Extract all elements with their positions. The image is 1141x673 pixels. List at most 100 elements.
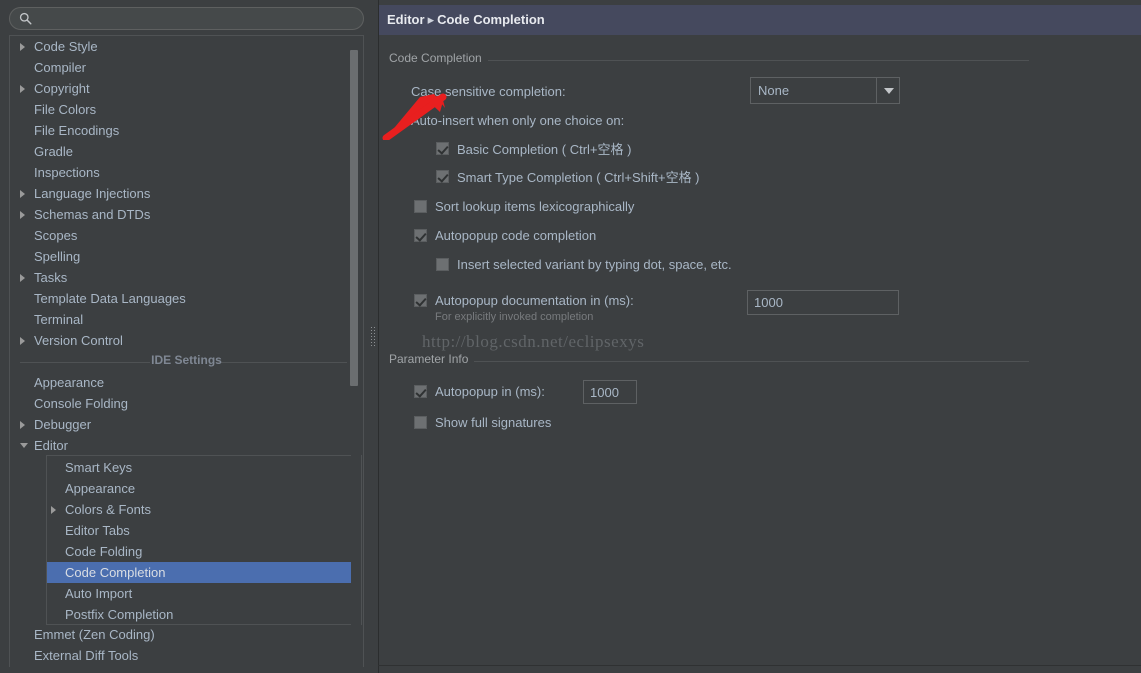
case-sensitive-completion-label: Case sensitive completion: [411, 84, 566, 99]
checkbox-basic-completion[interactable]: Basic Completion ( Ctrl+空格 ) [436, 139, 631, 157]
checkbox-autopopup-documentation-box[interactable] [414, 293, 427, 307]
checkbox-autopopup-code-completion-label: Autopopup code completion [435, 227, 597, 243]
tree-item-label: Code Folding [65, 544, 143, 559]
tree-item-gradle[interactable]: Gradle [10, 141, 363, 162]
chevron-down-icon[interactable] [20, 443, 28, 448]
checkbox-autopopup-code-completion-box[interactable] [414, 228, 427, 242]
tree-item-tasks[interactable]: Tasks [10, 267, 363, 288]
tree-item-label: Gradle [34, 144, 74, 159]
checkbox-show-full-signatures-box[interactable] [414, 415, 427, 429]
tree-item-label: Auto Import [65, 586, 133, 601]
search-field-wrapper [9, 7, 364, 30]
tree-item-language-injections[interactable]: Language Injections [10, 183, 363, 204]
breadcrumb-leaf: Code Completion [437, 12, 545, 27]
checkbox-basic-completion-box[interactable] [436, 141, 449, 155]
tree-item-editor[interactable]: Editor [10, 435, 363, 456]
tree-item-schemas-and-dtds[interactable]: Schemas and DTDs [10, 204, 363, 225]
checkbox-parameter-autopopup[interactable]: Autopopup in (ms): [414, 382, 545, 400]
tree-item-code-folding[interactable]: Code Folding [47, 541, 361, 562]
autopopup-documentation-delay-input[interactable] [747, 290, 899, 315]
chevron-right-icon[interactable] [20, 337, 25, 345]
breadcrumb: Editor ▸ Code Completion [379, 5, 1141, 35]
checkbox-insert-selected-variant-box[interactable] [436, 257, 449, 271]
chevron-right-icon[interactable] [20, 274, 25, 282]
checkbox-parameter-autopopup-label: Autopopup in (ms): [435, 383, 545, 399]
sidebar-scrollbar-thumb[interactable] [350, 50, 358, 386]
tree-item-postfix-completion[interactable]: Postfix Completion [47, 604, 361, 625]
checkbox-smart-type-completion-box[interactable] [436, 169, 449, 183]
checkbox-smart-type-completion[interactable]: Smart Type Completion ( Ctrl+Shift+空格 ) [436, 167, 700, 185]
tree-item-label: Terminal [34, 312, 84, 327]
tree-item-label: File Encodings [34, 123, 120, 138]
editor-subtree: Smart Keys Appearance Colors & Fonts Editor… [46, 455, 362, 625]
checkbox-insert-selected-variant[interactable]: Insert selected variant by typing dot, s… [436, 255, 732, 273]
tree-item-editor-tabs[interactable]: Editor Tabs [47, 520, 361, 541]
tree-item-template-data-languages[interactable]: Template Data Languages [10, 288, 363, 309]
tree-item-file-encodings[interactable]: File Encodings [10, 120, 363, 141]
auto-insert-label: Auto-insert when only one choice on: [411, 113, 625, 128]
breadcrumb-root[interactable]: Editor [387, 12, 425, 27]
chevron-right-icon[interactable] [20, 43, 25, 51]
tree-item-compiler[interactable]: Compiler [10, 57, 363, 78]
autopopup-documentation-hint: For explicitly invoked completion [435, 311, 594, 323]
checkbox-basic-completion-label: Basic Completion ( Ctrl+空格 ) [457, 141, 632, 157]
checkbox-autopopup-documentation[interactable]: Autopopup documentation in (ms): [414, 291, 634, 309]
checkbox-show-full-signatures[interactable]: Show full signatures [414, 413, 551, 431]
tree-item-appearance[interactable]: Appearance [10, 372, 363, 393]
tree-item-appearance[interactable]: Appearance [47, 478, 361, 499]
tree-item-label: Tasks [34, 270, 68, 285]
tree-item-label: Emmet (Zen Coding) [34, 627, 155, 642]
tree-item-label: Scopes [34, 228, 78, 243]
tree-item-version-control[interactable]: Version Control [10, 330, 363, 351]
tree-item-scopes[interactable]: Scopes [10, 225, 363, 246]
tree-item-code-style[interactable]: Code Style [10, 36, 363, 57]
settings-tree[interactable]: Code Style Compiler Copyright File Colors Fi… [9, 35, 364, 667]
chevron-right-icon[interactable] [51, 506, 56, 514]
chevron-right-icon[interactable] [20, 85, 25, 93]
checkbox-parameter-autopopup-box[interactable] [414, 384, 427, 398]
tree-item-spelling[interactable]: Spelling [10, 246, 363, 267]
tree-item-label: Appearance [65, 481, 136, 496]
checkbox-sort-lookup-items-box[interactable] [414, 199, 427, 213]
tree-item-label: Compiler [34, 60, 87, 75]
ide-settings-label: IDE Settings [151, 353, 222, 367]
case-sensitive-completion-dropdown[interactable]: None [750, 77, 900, 104]
tree-item-colors-fonts[interactable]: Colors & Fonts [47, 499, 361, 520]
chevron-right-icon[interactable] [20, 211, 25, 219]
checkbox-sort-lookup-items[interactable]: Sort lookup items lexicographically [414, 197, 634, 215]
tree-item-external-diff-tools[interactable]: External Diff Tools [10, 645, 363, 666]
checkbox-autopopup-code-completion[interactable]: Autopopup code completion [414, 226, 596, 244]
tree-item-label: Spelling [34, 249, 81, 264]
group-parameter-info-separator: Parameter Info [389, 352, 1029, 368]
tree-item-label: Console Folding [34, 396, 128, 411]
sidebar-scrollbar-track[interactable] [350, 37, 361, 667]
tree-item-auto-import[interactable]: Auto Import [47, 583, 361, 604]
parameter-autopopup-delay-input[interactable] [583, 380, 637, 404]
ide-settings-divider: IDE Settings [10, 351, 363, 372]
chevron-right-icon[interactable] [20, 421, 25, 429]
tree-item-label: Code Completion [65, 565, 166, 580]
tree-item-emmet-zen-coding[interactable]: Emmet (Zen Coding) [10, 624, 363, 645]
tree-item-label: Appearance [34, 375, 105, 390]
case-sensitive-completion-value: None [758, 83, 790, 98]
tree-item-terminal[interactable]: Terminal [10, 309, 363, 330]
search-input[interactable] [9, 7, 364, 30]
tree-item-inspections[interactable]: Inspections [10, 162, 363, 183]
tree-item-label: Inspections [34, 165, 100, 180]
tree-item-label: Editor Tabs [65, 523, 130, 538]
tree-item-code-completion[interactable]: Code Completion [47, 562, 361, 583]
group-line [389, 361, 1029, 362]
chevron-down-icon[interactable] [876, 78, 899, 103]
tree-item-label: Language Injections [34, 186, 151, 201]
group-code-completion-separator: Code Completion [389, 51, 1029, 67]
tree-item-console-folding[interactable]: Console Folding [10, 393, 363, 414]
tree-item-copyright[interactable]: Copyright [10, 78, 363, 99]
tree-item-file-colors[interactable]: File Colors [10, 99, 363, 120]
chevron-right-icon[interactable] [20, 190, 25, 198]
tree-item-label: Colors & Fonts [65, 502, 151, 517]
group-parameter-info-label: Parameter Info [389, 352, 475, 366]
tree-item-debugger[interactable]: Debugger [10, 414, 363, 435]
checkbox-smart-type-completion-label: Smart Type Completion ( Ctrl+Shift+空格 ) [457, 169, 700, 185]
tree-item-smart-keys[interactable]: Smart Keys [47, 457, 361, 478]
checkbox-autopopup-documentation-label: Autopopup documentation in (ms): [435, 292, 634, 308]
